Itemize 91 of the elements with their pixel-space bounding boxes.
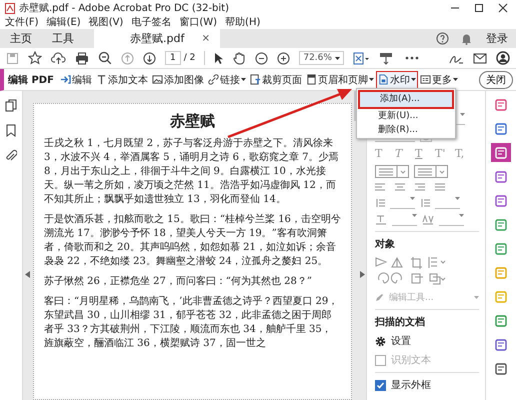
toolbar-button[interactable]: 编辑 [58,70,94,88]
page-header-icon [306,74,317,85]
bell-icon[interactable] [461,32,472,44]
checkbox-label: 识别文本 [391,354,431,367]
document-title: 赤壁赋 [169,112,216,131]
star-icon[interactable] [28,51,42,65]
pencil-icon [375,293,384,302]
toolbar-button[interactable]: 添加图像 [150,70,206,88]
next-page-icon[interactable] [143,52,156,64]
document-icon [378,74,389,85]
collapse-right-icon[interactable] [360,271,365,278]
zoom-in-icon[interactable] [277,52,290,64]
char-spacing-field[interactable] [439,214,464,226]
cursor-icon[interactable] [214,52,224,64]
paragraph-spacing-icon[interactable] [420,198,430,208]
list-icon [420,74,431,85]
bookmark-icon[interactable] [6,124,16,137]
caret-icon [412,214,417,217]
collapse-left-icon[interactable] [25,271,30,278]
section-heading: 对象 [375,238,396,251]
paragraph: 壬戌之秋 1，七月既望 2，苏子与客泛舟游于赤壁之下。清风徐来 3，水波不兴 4，举酒属客 5，诵明月之诗 6，歌窈窕之章 7。少焉 8，月出于东山之上，徘徊于斗牛之间 9。白露横江 10，水光接天。纵一苇之所如，凌万顷之茫然 11。浩浩乎如冯虚御风 12，而不知其所止；飘飘乎如遗世独立 13，羽化而登仙 14。 [44,137,340,207]
hand-icon[interactable] [233,51,246,65]
page-number-field[interactable]: 1 [165,51,181,65]
pages-icon[interactable] [5,99,17,112]
cloud-upload-icon[interactable] [51,52,66,64]
account-icon[interactable] [496,51,510,65]
close-icon[interactable] [498,3,508,13]
link-icon [208,74,219,85]
caret-icon [474,296,479,299]
menu-item[interactable]: 删除(R)... [358,123,454,137]
zoom-out-icon[interactable] [255,52,268,64]
menu-item[interactable]: 编辑(E) [46,16,81,28]
line-spacing-field[interactable] [390,197,415,209]
caret-icon [460,113,465,116]
tab[interactable]: 工具 [42,29,84,48]
tab[interactable]: 赤壁赋.pdf × [94,29,220,48]
tool-button[interactable] [491,143,511,162]
gear-icon[interactable] [375,336,386,346]
caret-icon [334,57,340,60]
menu-item[interactable]: 视图(V) [88,16,124,28]
image-icon [152,74,163,85]
caret-icon [410,197,415,200]
close-button[interactable]: 关闭 [479,70,513,88]
menu-item[interactable]: 添加(A)... [358,90,454,109]
help-icon[interactable] [436,32,449,45]
settings-link[interactable]: 设置 [391,334,411,348]
paragraph-spacing-field[interactable] [435,197,460,209]
menu-item[interactable]: 更新(U)... [358,109,454,123]
toolbar-button[interactable]: 添加文本 [94,70,150,88]
numbered-list-icon[interactable] [414,165,448,178]
maximize-icon[interactable] [474,3,484,13]
window-title: 赤壁赋.pdf - Adobe Acrobat Pro DC (32-bit) [19,2,230,15]
char-spacing-icon[interactable] [422,215,434,225]
toolbar-button[interactable]: 水印 [376,70,418,88]
caret-icon [459,214,464,217]
section-heading: 扫描的文档 [375,316,426,329]
scale-field[interactable] [392,214,417,226]
edit-pdf-title: 编辑 PDF [8,74,54,86]
paperclip-icon[interactable] [5,149,17,162]
page-total: / 2 [184,53,196,63]
menu-item[interactable]: 文件(F) [5,16,39,28]
search-icon[interactable] [98,51,112,65]
print-icon[interactable] [75,52,89,64]
bullet-list-icon[interactable] [375,165,409,178]
edit-icon [60,74,71,85]
text-icon [96,74,107,85]
text-scale-icon[interactable] [375,215,387,225]
paragraph: 苏子愀然 26，正襟危坐 27，而问客曰：“何为其然也 28？” [44,275,313,289]
crop-icon [250,74,261,85]
app-icon [5,2,15,14]
checkbox[interactable] [375,380,386,390]
caret-icon [455,197,460,200]
paragraph: 于是饮酒乐甚，扣舷而歌之 15。歌曰：“桂棹兮兰桨 16，击空明兮溯流光 17。渺渺兮予怀 18，望美人兮天一方 19。”客有吹洞箫者，倚歌而和之 20。其声呜呜然，如怨如慕 21，如泣如诉；余音袅袅 22，不绝如缕 23。舞幽壑之潜蛟 24，泣孤舟之嫠妇 25。 [44,213,341,269]
toolbar-button[interactable]: 页眉和页脚 [304,70,376,88]
tab[interactable]: 主页 [0,29,42,48]
text-align-icons-drawing[interactable] [375,183,445,192]
mail-icon[interactable] [473,52,487,64]
paragraph: 客曰：“月明星稀，乌鹊南飞，’此非曹孟德之诗乎？西望夏口 29，东望武昌 30，山川相缪 31，郁乎苍苍 32，此非孟德之困于周郎者乎 33？方其破荆州，下江陵，顺流而东也 34，舳舻千里 35，旌旗蔽空，酾酒临江 36，横槊赋诗 37，固一世之 [44,295,340,351]
sign-in-link[interactable]: 登录 [486,31,508,46]
menu-item[interactable]: 帮助(H) [225,16,260,28]
menu-item[interactable]: 窗口(W) [179,16,218,28]
menu-item[interactable]: 电子签名 [131,16,172,28]
more-icon[interactable] [404,56,419,60]
checkbox-label: 显示外框 [391,378,431,392]
toolbar-button[interactable]: 链接 [206,70,248,88]
document-icon [495,146,507,158]
line-spacing-icon[interactable] [375,198,385,208]
toolbar-button[interactable]: 更多 [418,70,460,88]
zoom-dropdown[interactable]: 72.6% [299,51,344,65]
fit-page-icon[interactable] [352,52,370,64]
toolbar-button[interactable]: 裁剪页面 [248,70,304,88]
